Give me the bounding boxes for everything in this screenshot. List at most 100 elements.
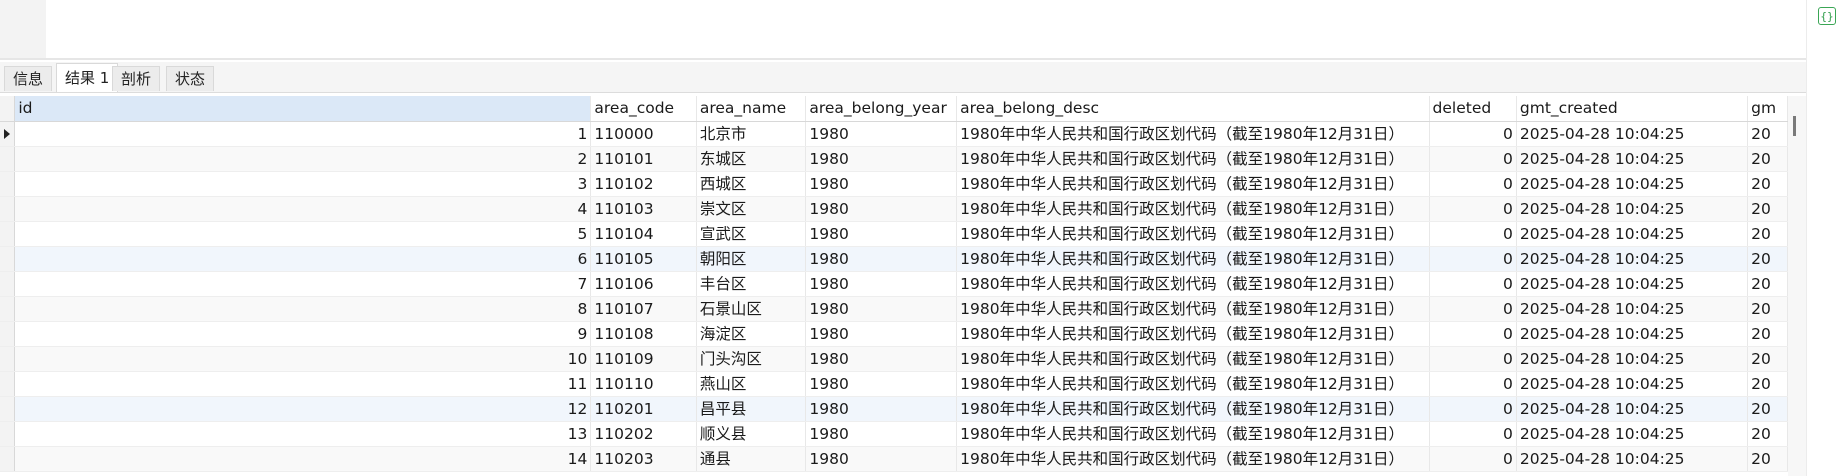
cell-area-name[interactable]: 通县 — [696, 446, 807, 472]
table-row[interactable]: 11 110110 燕山区 1980 1980年中华人民共和国行政区划代码（截至1980… — [0, 371, 1788, 397]
column-header-area-belong-year[interactable]: area_belong_year — [805, 96, 958, 122]
cell-area-belong-year[interactable]: 1980 — [805, 371, 958, 397]
cell-gmt-created[interactable]: 2025-04-28 10:04:25 — [1516, 196, 1749, 222]
cell-gm[interactable]: 20 — [1747, 396, 1788, 422]
cell-id[interactable]: 11 — [14, 371, 592, 397]
cell-area-name[interactable]: 北京市 — [696, 121, 807, 147]
cell-area-code[interactable]: 110107 — [590, 296, 697, 322]
cell-area-belong-desc[interactable]: 1980年中华人民共和国行政区划代码（截至1980年12月31日） — [956, 321, 1430, 347]
column-header-area-belong-desc[interactable]: area_belong_desc — [956, 96, 1430, 122]
table-row[interactable]: 13 110202 顺义县 1980 1980年中华人民共和国行政区划代码（截至1980… — [0, 421, 1788, 447]
cell-area-code[interactable]: 110106 — [590, 271, 697, 297]
cell-deleted[interactable]: 0 — [1429, 221, 1517, 247]
cell-area-belong-desc[interactable]: 1980年中华人民共和国行政区划代码（截至1980年12月31日） — [956, 296, 1430, 322]
cell-area-belong-desc[interactable]: 1980年中华人民共和国行政区划代码（截至1980年12月31日） — [956, 121, 1430, 147]
cell-gmt-created[interactable]: 2025-04-28 10:04:25 — [1516, 371, 1749, 397]
tab-profile[interactable]: 剖析 — [112, 66, 161, 91]
cell-gmt-created[interactable]: 2025-04-28 10:04:25 — [1516, 446, 1749, 472]
cell-gmt-created[interactable]: 2025-04-28 10:04:25 — [1516, 171, 1749, 197]
table-row[interactable]: 2 110101 东城区 1980 1980年中华人民共和国行政区划代码（截至1980年… — [0, 146, 1788, 172]
cell-gm[interactable]: 20 — [1747, 321, 1788, 347]
cell-area-code[interactable]: 110101 — [590, 146, 697, 172]
row-indicator[interactable] — [0, 271, 16, 297]
cell-area-belong-desc[interactable]: 1980年中华人民共和国行政区划代码（截至1980年12月31日） — [956, 421, 1430, 447]
cell-gm[interactable]: 20 — [1747, 446, 1788, 472]
cell-area-code[interactable]: 110103 — [590, 196, 697, 222]
cell-id[interactable]: 8 — [14, 296, 592, 322]
row-indicator[interactable] — [0, 246, 16, 272]
cell-gmt-created[interactable]: 2025-04-28 10:04:25 — [1516, 246, 1749, 272]
row-indicator[interactable] — [0, 171, 16, 197]
query-editor[interactable] — [0, 0, 1806, 60]
cell-area-name[interactable]: 海淀区 — [696, 321, 807, 347]
cell-area-name[interactable]: 东城区 — [696, 146, 807, 172]
cell-area-belong-year[interactable]: 1980 — [805, 146, 958, 172]
cell-gm[interactable]: 20 — [1747, 121, 1788, 147]
cell-area-belong-desc[interactable]: 1980年中华人民共和国行政区划代码（截至1980年12月31日） — [956, 371, 1430, 397]
cell-gm[interactable]: 20 — [1747, 346, 1788, 372]
tab-result-1[interactable]: 结果 1 — [56, 63, 119, 92]
cell-gm[interactable]: 20 — [1747, 371, 1788, 397]
cell-deleted[interactable]: 0 — [1429, 346, 1517, 372]
cell-area-name[interactable]: 崇文区 — [696, 196, 807, 222]
cell-deleted[interactable]: 0 — [1429, 446, 1517, 472]
cell-gmt-created[interactable]: 2025-04-28 10:04:25 — [1516, 346, 1749, 372]
column-header-area-name[interactable]: area_name — [696, 96, 807, 122]
cell-area-belong-desc[interactable]: 1980年中华人民共和国行政区划代码（截至1980年12月31日） — [956, 146, 1430, 172]
cell-area-code[interactable]: 110109 — [590, 346, 697, 372]
cell-deleted[interactable]: 0 — [1429, 271, 1517, 297]
cell-gm[interactable]: 20 — [1747, 246, 1788, 272]
cell-area-code[interactable]: 110104 — [590, 221, 697, 247]
cell-area-name[interactable]: 丰台区 — [696, 271, 807, 297]
tab-status[interactable]: 状态 — [166, 66, 215, 91]
table-row[interactable]: 10 110109 门头沟区 1980 1980年中华人民共和国行政区划代码（截至198… — [0, 346, 1788, 372]
cell-area-belong-desc[interactable]: 1980年中华人民共和国行政区划代码（截至1980年12月31日） — [956, 171, 1430, 197]
cell-area-belong-desc[interactable]: 1980年中华人民共和国行政区划代码（截至1980年12月31日） — [956, 246, 1430, 272]
cell-area-belong-desc[interactable]: 1980年中华人民共和国行政区划代码（截至1980年12月31日） — [956, 346, 1430, 372]
row-indicator[interactable] — [0, 371, 16, 397]
cell-gmt-created[interactable]: 2025-04-28 10:04:25 — [1516, 221, 1749, 247]
cell-gmt-created[interactable]: 2025-04-28 10:04:25 — [1516, 121, 1749, 147]
cell-area-belong-year[interactable]: 1980 — [805, 396, 958, 422]
cell-id[interactable]: 3 — [14, 171, 592, 197]
cell-id[interactable]: 7 — [14, 271, 592, 297]
cell-area-belong-desc[interactable]: 1980年中华人民共和国行政区划代码（截至1980年12月31日） — [956, 446, 1430, 472]
code-braces-icon[interactable]: {} — [1818, 7, 1836, 25]
table-row[interactable]: 12 110201 昌平县 1980 1980年中华人民共和国行政区划代码（截至1980… — [0, 396, 1788, 422]
row-indicator[interactable] — [0, 421, 16, 447]
cell-area-belong-year[interactable]: 1980 — [805, 171, 958, 197]
row-indicator[interactable] — [0, 121, 16, 147]
scrollbar-thumb[interactable] — [1793, 116, 1796, 136]
cell-area-name[interactable]: 燕山区 — [696, 371, 807, 397]
column-header-area-code[interactable]: area_code — [590, 96, 697, 122]
cell-gmt-created[interactable]: 2025-04-28 10:04:25 — [1516, 296, 1749, 322]
cell-area-belong-year[interactable]: 1980 — [805, 446, 958, 472]
cell-id[interactable]: 5 — [14, 221, 592, 247]
row-indicator[interactable] — [0, 446, 16, 472]
cell-area-belong-year[interactable]: 1980 — [805, 321, 958, 347]
tab-info[interactable]: 信息 — [4, 66, 53, 91]
cell-area-belong-year[interactable]: 1980 — [805, 221, 958, 247]
cell-gm[interactable]: 20 — [1747, 421, 1788, 447]
cell-area-belong-year[interactable]: 1980 — [805, 421, 958, 447]
cell-area-name[interactable]: 宣武区 — [696, 221, 807, 247]
cell-area-belong-year[interactable]: 1980 — [805, 346, 958, 372]
cell-area-code[interactable]: 110202 — [590, 421, 697, 447]
cell-id[interactable]: 6 — [14, 246, 592, 272]
column-header-gm[interactable]: gm — [1747, 96, 1788, 122]
table-row[interactable]: 8 110107 石景山区 1980 1980年中华人民共和国行政区划代码（截至1980… — [0, 296, 1788, 322]
cell-deleted[interactable]: 0 — [1429, 171, 1517, 197]
cell-id[interactable]: 1 — [14, 121, 592, 147]
cell-gm[interactable]: 20 — [1747, 171, 1788, 197]
cell-deleted[interactable]: 0 — [1429, 321, 1517, 347]
cell-area-code[interactable]: 110108 — [590, 321, 697, 347]
cell-id[interactable]: 4 — [14, 196, 592, 222]
cell-id[interactable]: 14 — [14, 446, 592, 472]
vertical-scrollbar[interactable] — [1788, 96, 1806, 476]
cell-area-code[interactable]: 110000 — [590, 121, 697, 147]
cell-area-belong-desc[interactable]: 1980年中华人民共和国行政区划代码（截至1980年12月31日） — [956, 396, 1430, 422]
cell-area-belong-desc[interactable]: 1980年中华人民共和国行政区划代码（截至1980年12月31日） — [956, 271, 1430, 297]
cell-area-belong-year[interactable]: 1980 — [805, 296, 958, 322]
cell-id[interactable]: 10 — [14, 346, 592, 372]
cell-id[interactable]: 12 — [14, 396, 592, 422]
